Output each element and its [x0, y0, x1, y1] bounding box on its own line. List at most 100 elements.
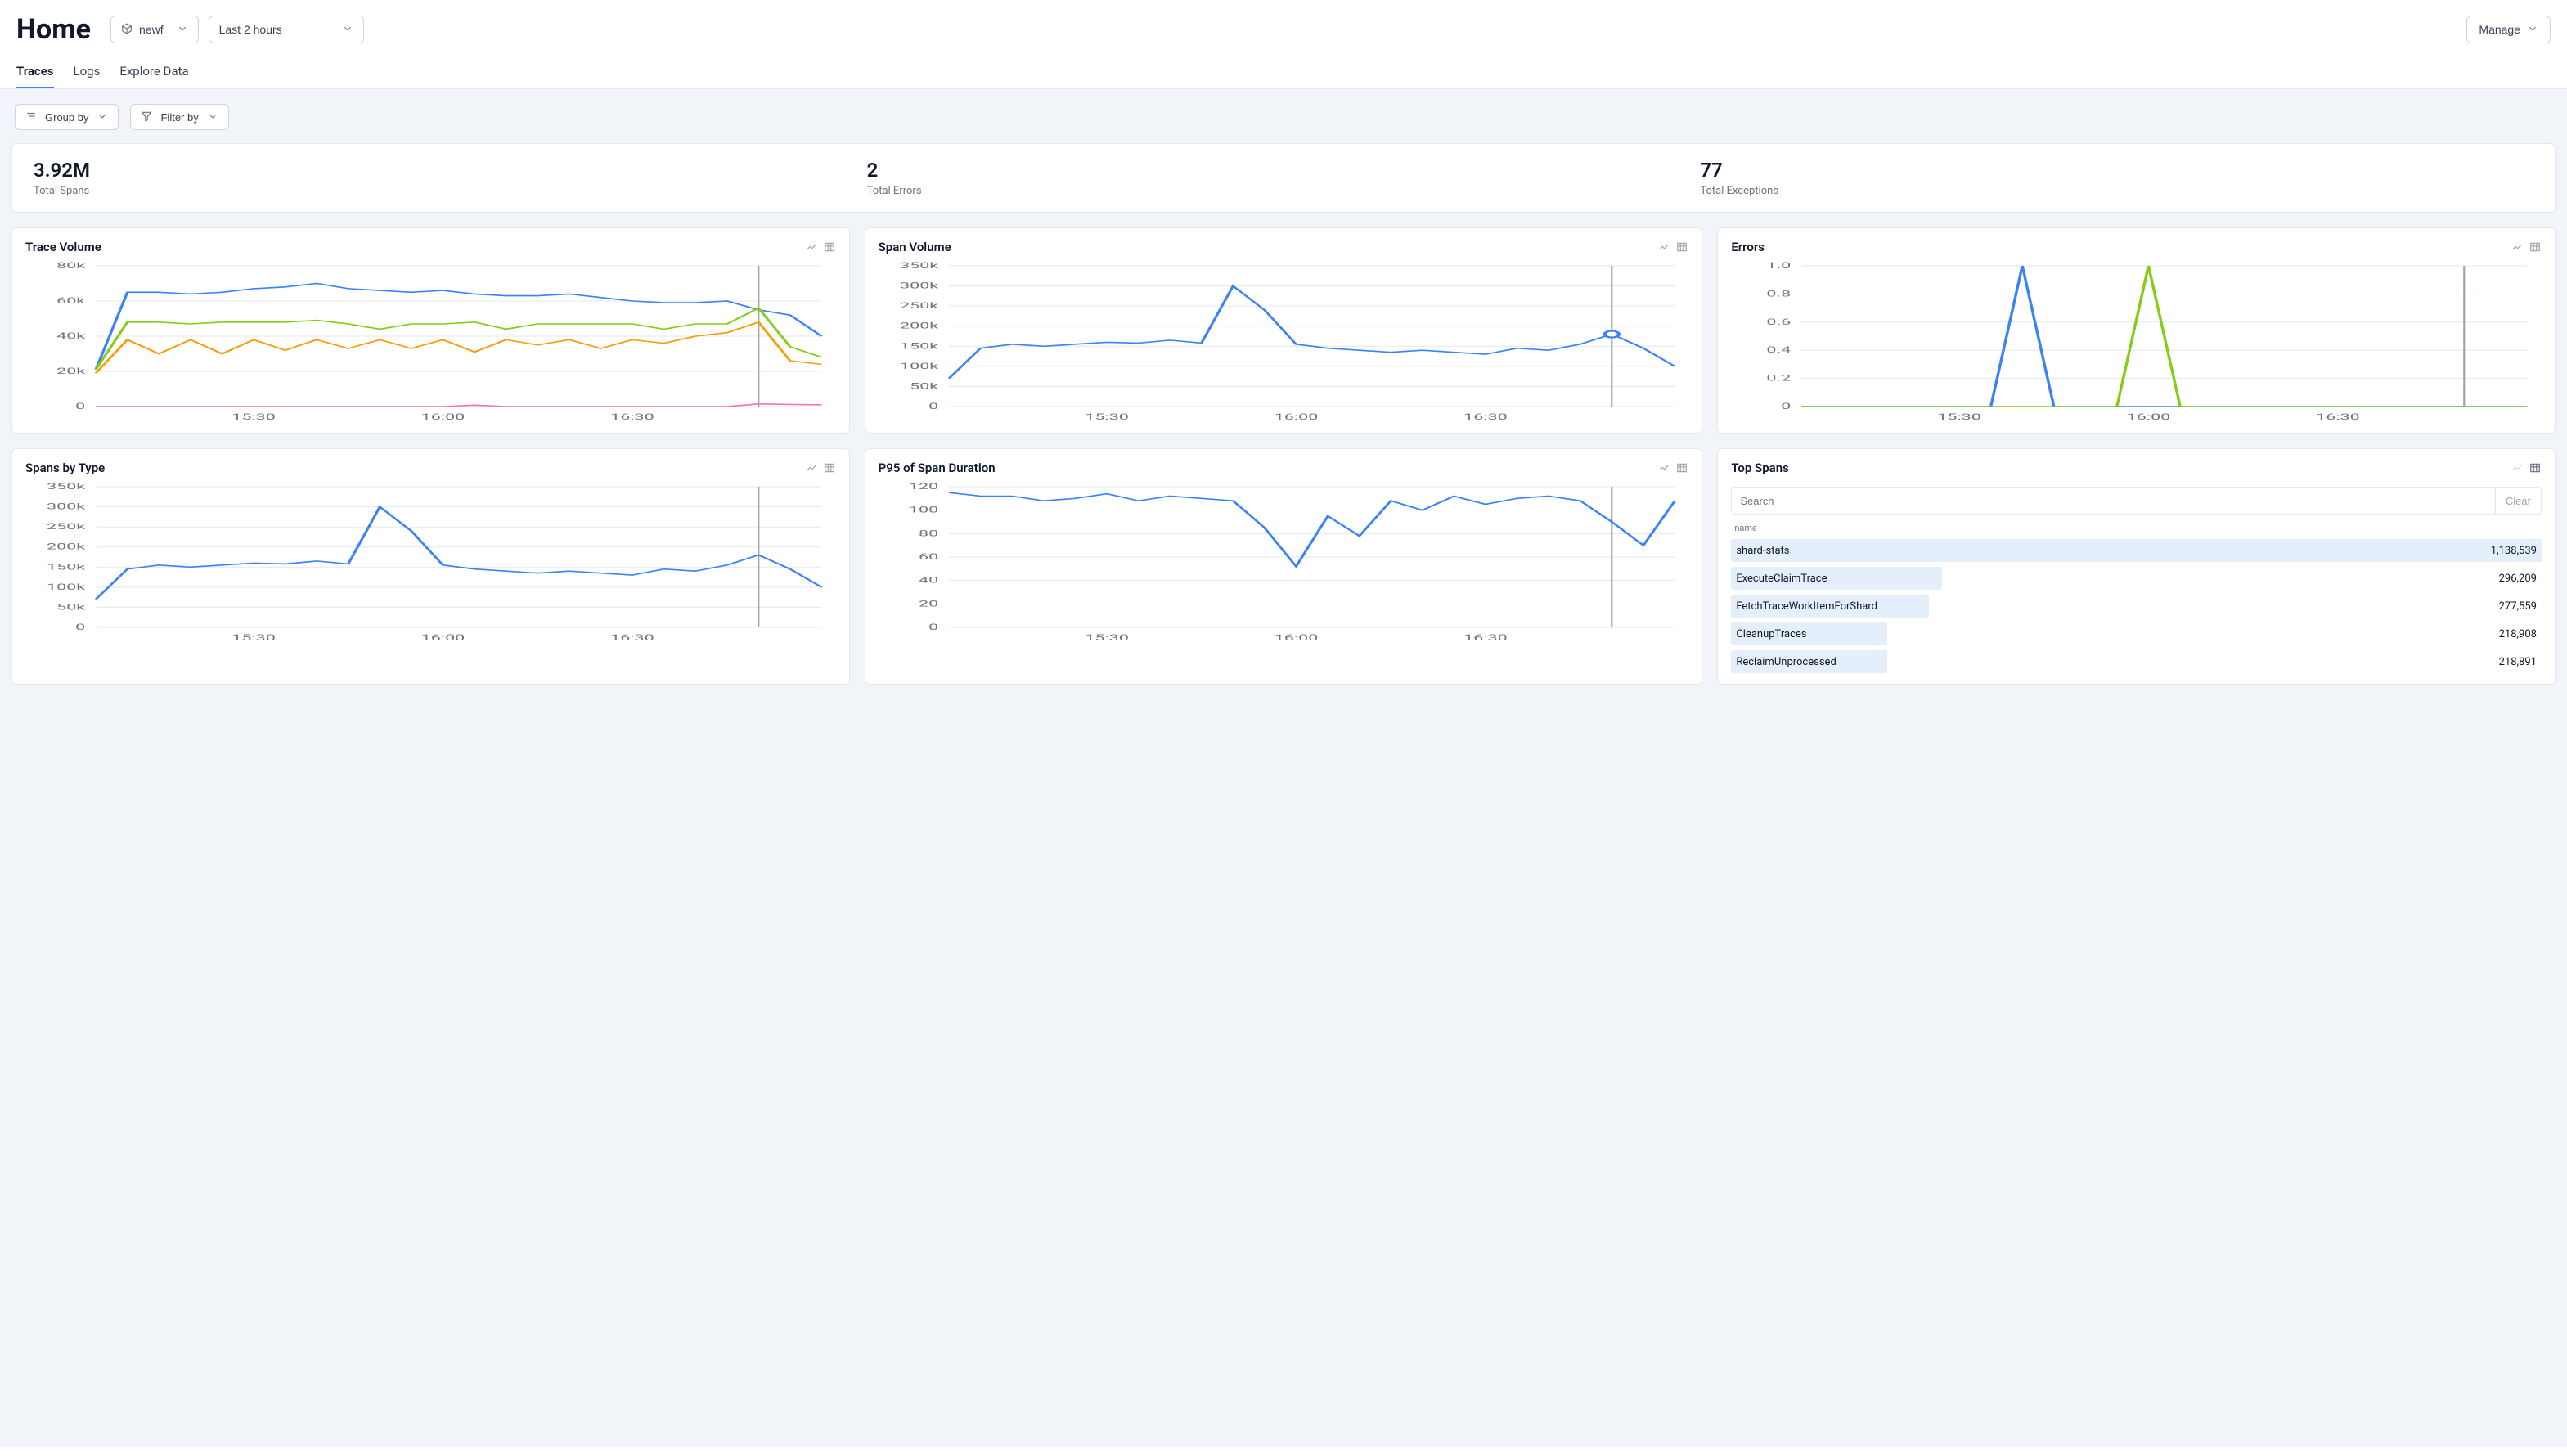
svg-text:20: 20 [919, 599, 938, 609]
manage-button-label: Manage [2479, 23, 2520, 36]
top-spans-search-row: Clear [1731, 487, 2542, 515]
stat-label: Total Exceptions [1700, 185, 2533, 197]
chart-title: P95 of Span Duration [879, 461, 1658, 475]
svg-text:0: 0 [928, 402, 938, 411]
svg-text:16:00: 16:00 [2127, 412, 2171, 422]
top-spans-column-header: name [1731, 521, 2542, 537]
table-icon[interactable] [2529, 240, 2542, 254]
svg-text:100: 100 [909, 506, 938, 515]
tab-logs[interactable]: Logs [74, 64, 101, 88]
top-span-name: FetchTraceWorkItemForShard [1731, 600, 1877, 613]
svg-text:0.2: 0.2 [1767, 374, 1792, 384]
svg-text:0.4: 0.4 [1767, 345, 1792, 355]
group-icon [25, 110, 37, 124]
svg-text:15:30: 15:30 [232, 412, 276, 422]
svg-text:16:30: 16:30 [610, 412, 654, 422]
svg-text:60: 60 [919, 552, 938, 562]
content-area: Group by Filter by 3.92M Total Spans2 Tota… [0, 89, 2567, 1447]
line-chart-icon[interactable] [1657, 240, 1670, 254]
cube-icon [121, 23, 133, 37]
svg-text:100k: 100k [47, 582, 86, 592]
chart-title: Errors [1731, 240, 2511, 254]
stat-value: 3.92M [34, 159, 867, 182]
table-icon[interactable] [1675, 240, 1688, 254]
svg-text:16:00: 16:00 [1274, 412, 1318, 422]
svg-text:16:00: 16:00 [421, 633, 465, 643]
stat-label: Total Errors [867, 185, 1701, 197]
group-by-label: Group by [45, 111, 88, 124]
svg-text:0: 0 [75, 402, 85, 411]
stat-value: 2 [867, 159, 1701, 182]
chart-spans-by-type: Spans by Type 050k100k150k200k250k300k35… [11, 448, 850, 685]
top-spans-search-input[interactable] [1732, 488, 2495, 514]
svg-text:16:30: 16:30 [1463, 633, 1508, 643]
chart-svg: 02040608010012015:3016:0016:30 [879, 482, 1689, 645]
svg-text:0.8: 0.8 [1767, 289, 1792, 299]
svg-text:50k: 50k [56, 602, 86, 612]
svg-text:0: 0 [75, 622, 85, 632]
table-icon[interactable] [823, 461, 836, 474]
svg-text:0.6: 0.6 [1767, 317, 1792, 327]
svg-text:350k: 350k [900, 261, 939, 271]
svg-text:250k: 250k [47, 522, 86, 532]
chart-svg: 020k40k60k80k15:3016:0016:30 [25, 261, 836, 425]
svg-text:300k: 300k [47, 502, 86, 512]
svg-text:200k: 200k [900, 321, 939, 331]
svg-text:15:30: 15:30 [1085, 633, 1129, 643]
svg-text:300k: 300k [900, 281, 939, 291]
top-span-name: ReclaimUnprocessed [1731, 656, 1836, 668]
top-spans-title: Top Spans [1731, 461, 2511, 475]
svg-text:100k: 100k [900, 362, 939, 371]
top-span-row[interactable]: CleanupTraces218,908 [1731, 620, 2542, 648]
chart-trace-volume: Trace Volume 020k40k60k80k15:3016:0016:3… [11, 227, 850, 434]
svg-text:60k: 60k [56, 296, 86, 306]
chevron-down-icon [342, 23, 353, 37]
table-icon[interactable] [823, 240, 836, 254]
chart-title: Trace Volume [25, 240, 805, 254]
svg-text:150k: 150k [900, 341, 939, 351]
svg-text:40: 40 [919, 576, 938, 586]
filters-row: Group by Filter by [11, 104, 2556, 130]
top-span-count: 218,908 [2499, 628, 2542, 640]
chart-span-volume: Span Volume 050k100k150k200k250k300k350k… [865, 227, 1703, 434]
chevron-down-icon [207, 110, 218, 124]
project-selector[interactable]: newf [110, 16, 199, 43]
chart-svg: 050k100k150k200k250k300k350k15:3016:0016… [25, 482, 836, 645]
svg-text:50k: 50k [910, 381, 939, 391]
top-span-row[interactable]: ExecuteClaimTrace296,209 [1731, 564, 2542, 592]
top-span-name: ExecuteClaimTrace [1731, 573, 1827, 585]
charts-row-2: Spans by Type 050k100k150k200k250k300k35… [11, 448, 2556, 685]
line-chart-icon[interactable] [805, 240, 818, 254]
top-span-count: 1,138,539 [2491, 545, 2542, 557]
svg-text:1.0: 1.0 [1767, 261, 1792, 271]
tab-traces[interactable]: Traces [16, 64, 54, 88]
chevron-down-icon [2527, 23, 2538, 37]
top-span-count: 277,559 [2499, 600, 2542, 613]
line-chart-icon[interactable] [1657, 461, 1670, 474]
group-by-button[interactable]: Group by [15, 104, 119, 130]
top-span-row[interactable]: shard-stats1,138,539 [1731, 537, 2542, 564]
top-spans-clear-button[interactable]: Clear [2495, 488, 2541, 514]
table-icon[interactable] [2529, 461, 2542, 474]
tabs: Traces Logs Explore Data [0, 46, 2567, 89]
svg-text:0: 0 [928, 622, 938, 632]
svg-text:15:30: 15:30 [1938, 412, 1982, 422]
tab-explore[interactable]: Explore Data [119, 64, 188, 88]
time-range-selector[interactable]: Last 2 hours [209, 16, 364, 43]
table-icon[interactable] [1675, 461, 1688, 474]
line-chart-icon[interactable] [2511, 240, 2524, 254]
line-chart-icon[interactable] [805, 461, 818, 474]
svg-text:350k: 350k [47, 482, 86, 492]
top-spans-card: Top Spans Clear name shard-stats1,138,53… [1717, 448, 2556, 685]
chart-p95-span-duration: P95 of Span Duration 02040608010012015:3… [865, 448, 1703, 685]
stat-block: 3.92M Total Spans [34, 159, 867, 197]
summary-stats-card: 3.92MTotal Spans2Total Errors77Total Exc… [11, 143, 2556, 213]
line-chart-icon[interactable] [2511, 461, 2524, 474]
svg-text:20k: 20k [56, 366, 86, 376]
stat-label: Total Spans [34, 185, 867, 197]
top-bar: Home newf Last 2 hours Manage [0, 0, 2567, 46]
top-span-row[interactable]: ReclaimUnprocessed218,891 [1731, 648, 2542, 676]
filter-by-button[interactable]: Filter by [130, 104, 228, 130]
top-span-row[interactable]: FetchTraceWorkItemForShard 277,559 [1731, 592, 2542, 620]
manage-button[interactable]: Manage [2466, 16, 2551, 43]
